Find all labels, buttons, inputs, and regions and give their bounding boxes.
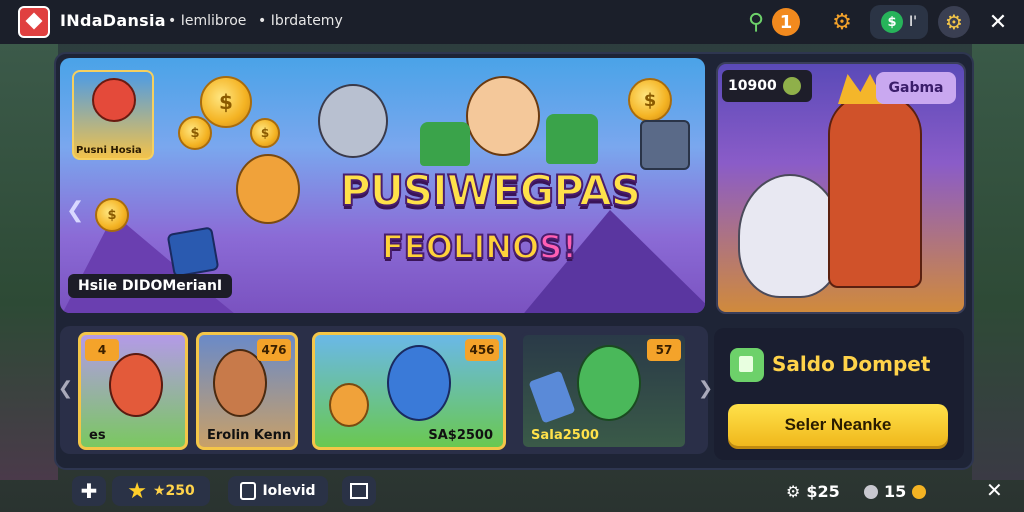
game-label: Erolin Kenn (207, 428, 292, 443)
wallet-title: Saldo Dompet (772, 352, 931, 376)
game-card-4[interactable]: 57 SaIa2500 (520, 332, 688, 450)
hero-subtitle-accent: S! (538, 227, 578, 267)
gear-icon: ⚙ (786, 482, 801, 501)
game-label: SaIa2500 (531, 428, 599, 443)
cat-character (318, 84, 388, 158)
stars-counter[interactable]: ★ ★250 (112, 476, 210, 506)
promo-balance-value: 10900 (728, 78, 777, 94)
game-badge: 4 (85, 339, 119, 361)
video-button[interactable]: Iolevid (228, 476, 328, 506)
close-icon[interactable]: ✕ (986, 478, 1003, 502)
book-button[interactable] (342, 476, 376, 506)
hero-subtitle: FEOLINOS! (381, 227, 578, 267)
robot-machine (640, 120, 690, 170)
close-icon[interactable]: ✕ (982, 6, 1014, 38)
hero-title: PUSIWEGPAS (339, 166, 642, 215)
gem-block-icon (166, 226, 220, 278)
coin-icon[interactable]: 1 (772, 8, 800, 36)
character-card-label: Pusni Hosia (76, 145, 142, 156)
game-card-2[interactable]: 476 Erolin Kenn (196, 332, 298, 450)
wallet-action-button[interactable]: Seler Neanke (728, 404, 948, 446)
game-character (109, 353, 163, 417)
chevron-left-icon[interactable]: ❮ (66, 198, 84, 223)
coin-icon: $ (95, 198, 129, 232)
add-button[interactable]: ✚ (72, 476, 106, 506)
gear-badge-icon[interactable]: ⚙ (938, 6, 970, 38)
game-card-1[interactable]: 4 es (78, 332, 188, 450)
gear-stat: ⚙ $25 (786, 482, 840, 501)
promo-button[interactable]: Gabma (876, 72, 956, 104)
game-label: es (89, 428, 106, 443)
gem-icon (782, 77, 801, 95)
queen-character (828, 94, 922, 288)
top-bar: INdaDansia • Iemlibroe • Ibrdatemy ⚲ 1 ⚙… (0, 0, 1024, 44)
jungle-background-left (0, 40, 58, 480)
settings-gear-icon[interactable]: ⚙ (826, 6, 858, 38)
search-icon[interactable]: ⚲ (740, 6, 772, 38)
wallet-icon (730, 348, 764, 382)
app-logo-icon[interactable] (18, 6, 50, 38)
coin-icon (912, 484, 927, 499)
coin-icon: $ (178, 116, 212, 150)
stars-value: ★250 (152, 483, 195, 499)
plant-pot-left (420, 122, 470, 166)
explorer-character (466, 76, 540, 156)
crystal-icon (528, 370, 576, 424)
currency-balance[interactable]: $ I' (870, 5, 928, 39)
game-label: SA$2500 (428, 428, 493, 443)
coins-stat-value: 15 (884, 482, 907, 501)
book-icon (350, 483, 368, 499)
coin-icon: $ (200, 76, 252, 128)
chevron-left-icon[interactable]: ❮ (58, 378, 73, 399)
game-card-3[interactable]: 456 SA$2500 (312, 332, 506, 450)
video-icon (240, 482, 257, 500)
game-character (387, 345, 451, 421)
star-icon: ★ (127, 478, 147, 504)
character-avatar (92, 78, 136, 122)
game-badge: 57 (647, 339, 681, 361)
currency-value: I' (909, 14, 917, 30)
nav-link-2[interactable]: • Ibrdatemy (258, 13, 343, 29)
chevron-right-icon[interactable]: ❯ (698, 378, 713, 399)
dollar-icon: $ (881, 11, 903, 33)
video-button-label: Iolevid (262, 483, 316, 499)
jungle-background-right (972, 40, 1024, 480)
fox-character (329, 383, 369, 427)
hero-caption: Hsile DIDOMerianI (68, 274, 233, 298)
game-character (577, 345, 641, 421)
coin-icon: $ (250, 118, 280, 148)
featured-character-card[interactable]: Pusni Hosia (72, 70, 154, 160)
plant-pot-right (546, 114, 598, 164)
brand-name: INdaDansia (60, 11, 166, 30)
coins-stat: 15 (864, 482, 927, 501)
game-badge: 456 (465, 339, 499, 361)
promo-balance: 10900 (722, 70, 812, 102)
coin-icon: $ (628, 78, 672, 122)
location-icon (864, 484, 878, 499)
hero-subtitle-main: FEOLINO (381, 227, 540, 267)
fox-character (236, 154, 300, 224)
gear-stat-value: $25 (806, 482, 840, 501)
cat-character (738, 174, 842, 298)
nav-link-1[interactable]: • Iemlibroe (168, 13, 246, 29)
game-badge: 476 (257, 339, 291, 361)
